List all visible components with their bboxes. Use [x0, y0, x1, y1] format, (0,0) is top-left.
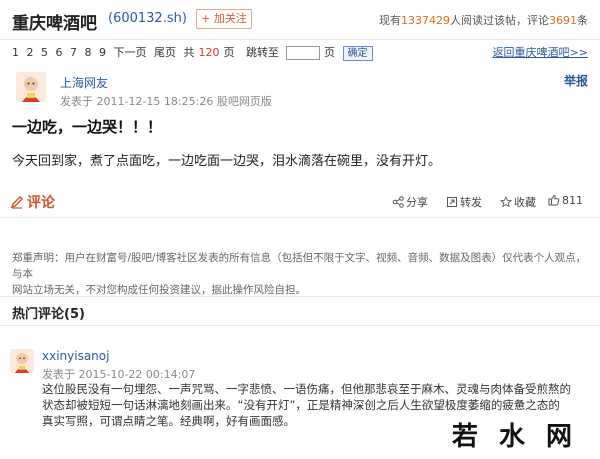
- star-icon: [500, 196, 512, 208]
- last-page-link[interactable]: 尾页: [154, 44, 176, 60]
- forward-label: 转发: [460, 196, 482, 209]
- total-pages: 共 120 页: [184, 44, 239, 60]
- watermark-text: 若 水 网: [451, 422, 578, 452]
- total-suffix: 页: [223, 46, 235, 59]
- pencil-icon: [10, 196, 23, 209]
- commenter-avatar[interactable]: [10, 349, 34, 373]
- post-author[interactable]: 上海网友: [60, 74, 108, 91]
- forum-title[interactable]: 重庆啤酒吧: [12, 9, 97, 34]
- comment-author[interactable]: xxinyisanoj: [42, 349, 109, 363]
- comment-meta: 发表于 2015-10-22 00:14:07: [42, 368, 196, 381]
- page-link-1[interactable]: 1: [12, 46, 19, 59]
- disclaimer: 郑重声明：用户在财富号/股吧/博客社区发表的所有信息（包括但不限于文字、视频、音…: [12, 250, 588, 298]
- like-count: 811: [562, 194, 583, 207]
- author-avatar[interactable]: [16, 72, 46, 102]
- post-title: 一边吃，一边哭！！！: [12, 118, 163, 136]
- report-link[interactable]: 举报: [564, 72, 588, 89]
- jump-unit: 页: [324, 46, 335, 59]
- comment-count: 3691: [549, 14, 577, 27]
- post-body: 今天回到家，煮了点面吃，一边吃面一边哭，泪水滴落在碗里，没有开灯。: [12, 154, 442, 169]
- total-pages-count: 120: [198, 46, 220, 59]
- avatar-icon: [10, 349, 34, 373]
- disclaimer-line-1: 郑重声明：用户在财富号/股吧/博客社区发表的所有信息（包括但不限于文字、视频、音…: [12, 252, 587, 280]
- stats-suffix: 条: [577, 14, 588, 27]
- forward-icon: [447, 197, 457, 207]
- hot-comments-title: 热门评论(5): [12, 307, 85, 322]
- comment-line-1: 这位股民没有一句埋怨、一声咒骂、一字悲愤、一语伤痛，但他那悲哀至于麻木、灵魂与肉…: [42, 382, 571, 396]
- thumbs-up-icon: [548, 194, 560, 206]
- confirm-jump-button[interactable]: 确定: [342, 45, 373, 61]
- stock-code[interactable]: (600132.sh): [108, 11, 187, 26]
- page-link-2[interactable]: 2: [27, 46, 34, 59]
- comment-line-2: 状态却被短短一句话淋漓地刻画出来。“没有开灯”，正是精神深创之后人生欲望极度萎缩…: [42, 398, 560, 412]
- forum-header: 重庆啤酒吧 (600132.sh) + 加关注 现有1337429人阅读过该帖，…: [0, 0, 600, 40]
- favorite-button[interactable]: 收藏: [500, 194, 536, 210]
- forward-button[interactable]: 转发: [446, 194, 482, 210]
- reader-count: 1337429: [401, 14, 450, 27]
- stats-prefix: 现有: [379, 14, 401, 27]
- total-prefix: 共: [183, 46, 195, 59]
- share-button[interactable]: 分享: [392, 194, 428, 210]
- pagination: 1 2 5 6 7 8 9 下一页 尾页 共 120 页 跳转至页 确定: [12, 44, 377, 61]
- thread-stats: 现有1337429人阅读过该帖，评论3691条: [379, 12, 588, 28]
- share-icon: [392, 196, 404, 208]
- page-link-6[interactable]: 6: [56, 46, 63, 59]
- comment-button[interactable]: 评论: [10, 192, 55, 212]
- page-link-5[interactable]: 5: [41, 46, 48, 59]
- page-link-8[interactable]: 8: [85, 46, 92, 59]
- next-page-link[interactable]: 下一页: [114, 44, 147, 60]
- avatar-icon: [16, 72, 46, 102]
- hot-comments-header: 热门评论(5): [0, 296, 600, 326]
- like-button[interactable]: 811: [548, 194, 583, 207]
- share-label: 分享: [406, 196, 428, 209]
- page-link-9[interactable]: 9: [99, 46, 106, 59]
- post-header: 上海网友 发表于 2011-12-15 18:25:26 股吧网页版 举报: [0, 66, 600, 110]
- post-meta: 发表于 2011-12-15 18:25:26 股吧网页版: [60, 95, 272, 108]
- page-link-7[interactable]: 7: [70, 46, 77, 59]
- back-to-forum-link[interactable]: 返回重庆啤酒吧>>: [493, 44, 588, 60]
- jump-page-input[interactable]: [286, 46, 320, 60]
- comment-label: 评论: [27, 195, 55, 211]
- jump-label: 跳转至: [246, 46, 279, 59]
- post-action-bar: 评论 分享 转发 收藏 811: [0, 184, 600, 218]
- follow-button[interactable]: + 加关注: [196, 9, 252, 29]
- favorite-label: 收藏: [514, 196, 536, 209]
- stats-mid: 人阅读过该帖，评论: [450, 14, 549, 27]
